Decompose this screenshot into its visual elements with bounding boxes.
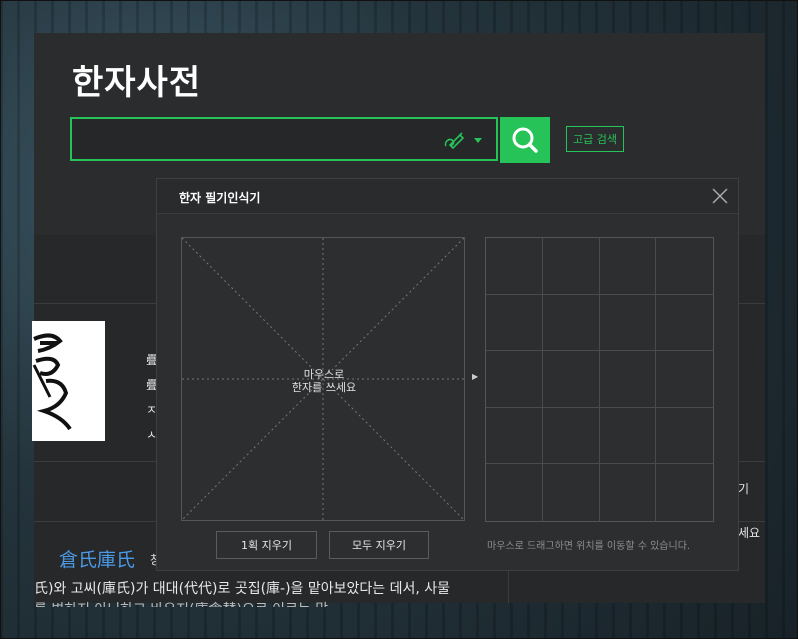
window-border [0, 0, 798, 639]
